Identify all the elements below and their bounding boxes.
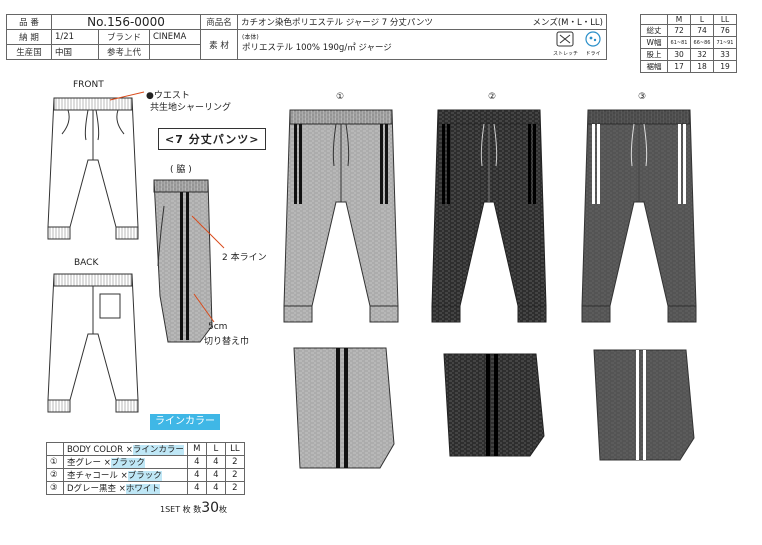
delivery-value: 1/21 bbox=[51, 29, 99, 45]
stretch-icon bbox=[556, 31, 574, 47]
set-count-prefix: 1SET 枚 数 bbox=[160, 505, 202, 514]
variant-2-side-detail bbox=[443, 353, 545, 457]
set-count-value: 30 bbox=[201, 500, 220, 516]
care-icons: ストレッチ ドライ bbox=[553, 31, 602, 57]
side-label: ( 脇 ) bbox=[170, 165, 192, 175]
cut-width-label: 5cm bbox=[208, 322, 228, 332]
waist-pointer-line bbox=[109, 91, 145, 101]
care-stretch-label: ストレッチ bbox=[552, 51, 578, 57]
color-table-row: ② 杢チャコール ×ブラック 4 4 2 bbox=[46, 468, 245, 482]
material-note: (本体) bbox=[242, 34, 259, 41]
cut-width-detail: 切り替え巾 bbox=[204, 337, 250, 347]
color-table-row: ① 杢グレー ×ブラック 4 4 2 bbox=[46, 455, 245, 469]
price-label: 参考上代 bbox=[98, 44, 150, 60]
color-table-header: BODY COLOR ×ラインカラー M L LL bbox=[46, 442, 245, 456]
size-header-ll: LL bbox=[713, 14, 737, 25]
brand-label: ブランド bbox=[98, 29, 150, 45]
variant-3-sketch bbox=[581, 109, 697, 323]
brand-value: CINEMA bbox=[149, 29, 201, 45]
variant-3-side-detail bbox=[593, 349, 695, 461]
care-dry: ドライ bbox=[584, 31, 602, 57]
waist-detail: 共生地シャーリング bbox=[150, 103, 232, 113]
line-color-badge: ラインカラー bbox=[150, 414, 220, 430]
size-chart: M L LL 総丈 72 74 76 W幅 61~81 66~86 71~91 … bbox=[640, 14, 737, 73]
two-line-pointer bbox=[191, 215, 225, 249]
material-label: 素 材 bbox=[200, 29, 238, 60]
variant-1-label: ① bbox=[336, 92, 345, 102]
back-label: BACK bbox=[74, 258, 99, 268]
material-value: ポリエステル 100% 190g/㎡ ジャージ bbox=[242, 43, 392, 53]
color-table: BODY COLOR ×ラインカラー M L LL ① 杢グレー ×ブラック 4… bbox=[46, 442, 245, 495]
back-flat-sketch bbox=[47, 273, 139, 413]
price-value bbox=[149, 44, 201, 60]
size-header-m: M bbox=[667, 14, 691, 25]
size-row-length: 総丈 72 74 76 bbox=[640, 24, 737, 37]
care-dry-label: ドライ bbox=[585, 51, 601, 57]
item-no-label: 品 番 bbox=[6, 14, 52, 30]
origin-label: 生産国 bbox=[6, 44, 52, 60]
item-no: No.156-0000 bbox=[51, 14, 201, 30]
care-stretch: ストレッチ bbox=[553, 31, 578, 57]
variant-2-sketch bbox=[431, 109, 547, 323]
gender-sizes: メンズ(M・L・LL) bbox=[532, 18, 603, 28]
variant-1-side-detail bbox=[293, 347, 395, 469]
variant-1-sketch bbox=[283, 109, 399, 323]
spec-header: 品 番 No.156-0000 商品名 カチオン染色ポリエステル ジャージ 7 … bbox=[6, 14, 607, 60]
set-count: 1SET 枚 数30枚 bbox=[160, 500, 227, 516]
size-header-l: L bbox=[690, 14, 714, 25]
size-row-waist: W幅 61~81 66~86 71~91 bbox=[640, 36, 737, 49]
size-row-hem: 裾幅 17 18 19 bbox=[640, 60, 737, 73]
color-table-row: ③ Dグレー黒杢 ×ホワイト 4 4 2 bbox=[46, 481, 245, 495]
delivery-label: 納 期 bbox=[6, 29, 52, 45]
front-flat-sketch bbox=[47, 97, 139, 240]
product-name: カチオン染色ポリエステル ジャージ 7 分丈パンツ bbox=[241, 18, 433, 28]
item-title: <7 分丈パンツ> bbox=[158, 128, 267, 150]
set-count-suffix: 枚 bbox=[219, 505, 228, 514]
size-row-rise: 股上 30 32 33 bbox=[640, 48, 737, 61]
two-line-label: 2 本ライン bbox=[222, 253, 267, 263]
variant-3-label: ③ bbox=[638, 92, 647, 102]
variant-2-label: ② bbox=[488, 92, 497, 102]
front-label: FRONT bbox=[73, 80, 104, 90]
origin-value: 中国 bbox=[51, 44, 99, 60]
product-name-label: 商品名 bbox=[200, 14, 238, 30]
dry-icon bbox=[585, 31, 601, 47]
